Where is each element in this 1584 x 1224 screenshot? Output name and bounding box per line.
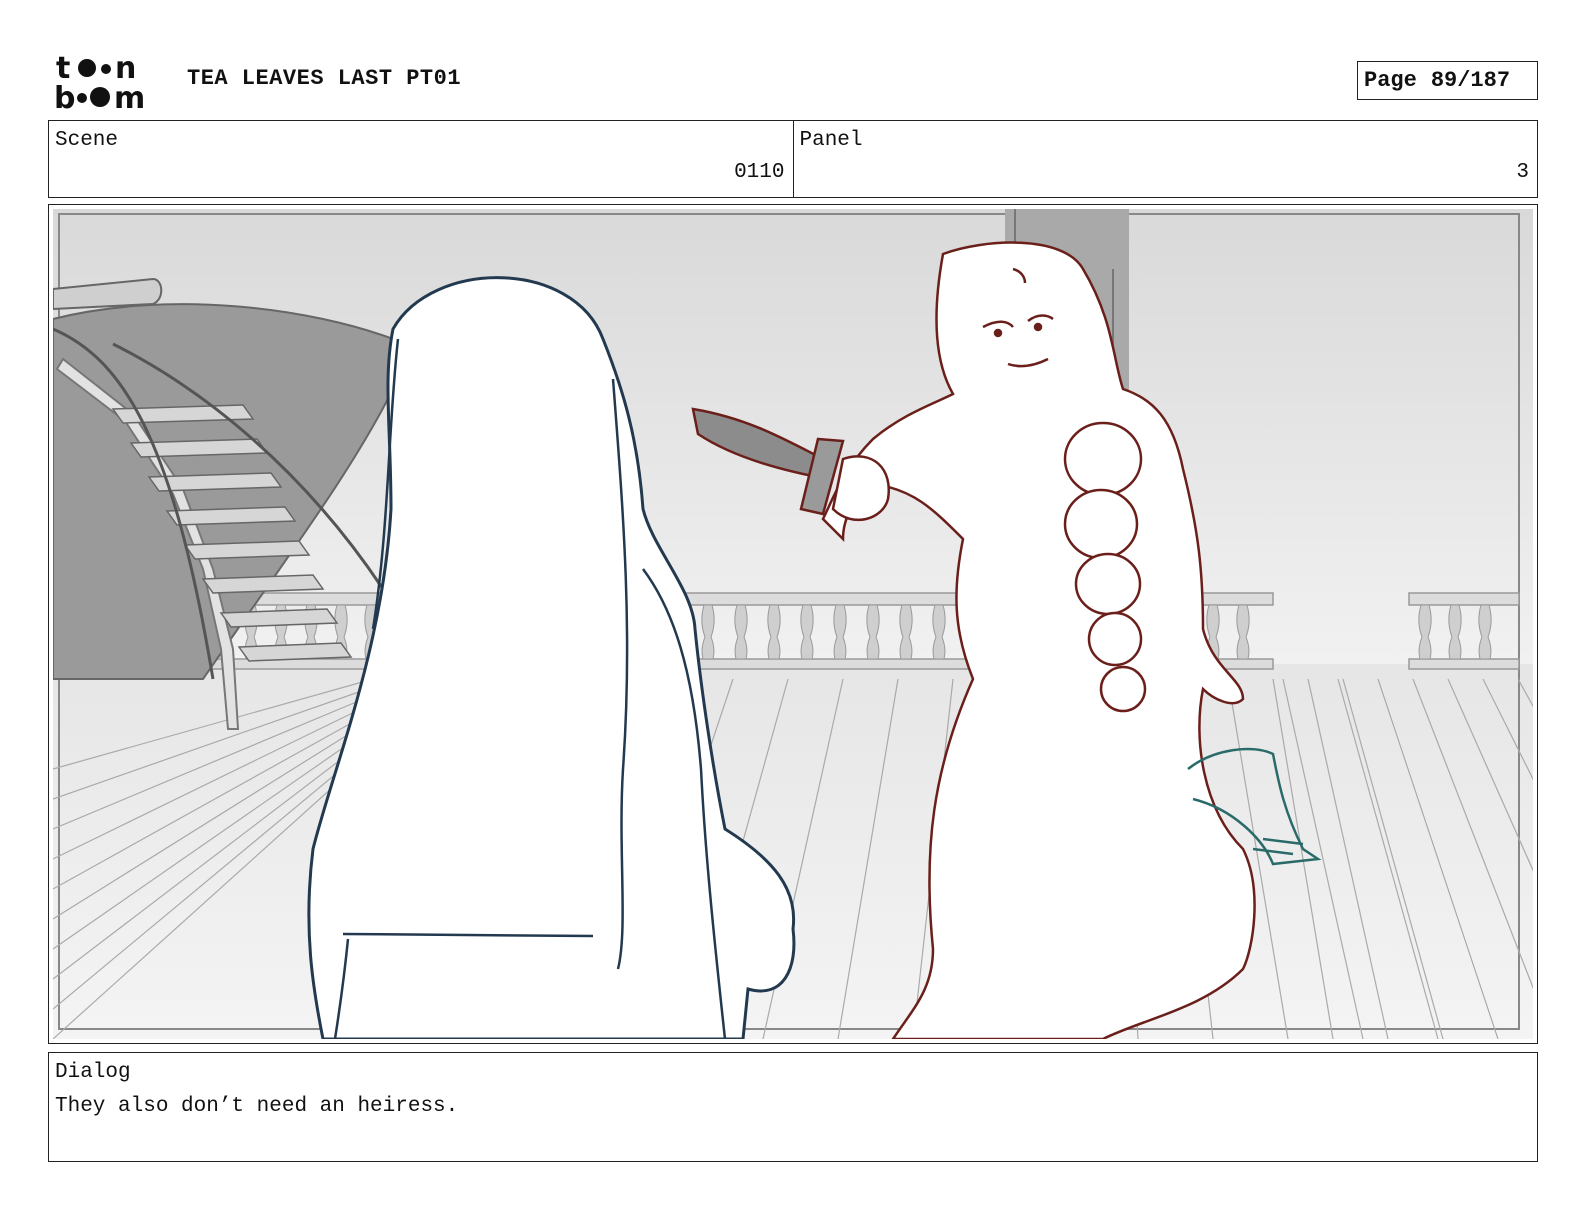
dialog-text: They also don’t need an heiress. [55,1095,459,1118]
baluster [899,604,913,660]
scene-label: Scene [55,129,119,152]
baluster [1478,604,1492,660]
page-number: 89/187 [1430,68,1511,93]
baluster [1418,604,1432,660]
document-title: TEA LEAVES LAST PT01 [187,66,462,91]
baluster [800,604,814,660]
storyboard-panel [48,204,1538,1044]
scene-panel-row: Scene 0110 Panel 3 [48,120,1538,198]
dialog-box: Dialog They also don’t need an heiress. [48,1052,1538,1162]
baluster [701,604,715,660]
panel-label: Panel [799,129,863,152]
panel-cell: Panel 3 [792,121,1538,197]
scene-number: 0110 [734,161,785,184]
toon-boom-logo: t n b m [52,50,164,116]
stair-step [165,506,297,526]
baluster [767,604,781,660]
stair-step [219,608,339,628]
stair-step [183,540,311,560]
stair-step [201,574,325,594]
svg-text:b: b [54,81,75,112]
page-label: Page [1364,68,1417,93]
panel-number: 3 [1516,161,1529,184]
baluster [1236,604,1250,660]
baluster [734,604,748,660]
baluster [833,604,847,660]
baluster [866,604,880,660]
scene-cell: Scene 0110 [49,121,793,197]
stair-step [237,642,353,662]
baluster [932,604,946,660]
storyboard-drawing [53,209,1533,1039]
svg-text:m: m [114,81,145,112]
baluster [1448,604,1462,660]
page-indicator: Page 89/187 [1357,61,1538,100]
dialog-label: Dialog [55,1061,131,1084]
